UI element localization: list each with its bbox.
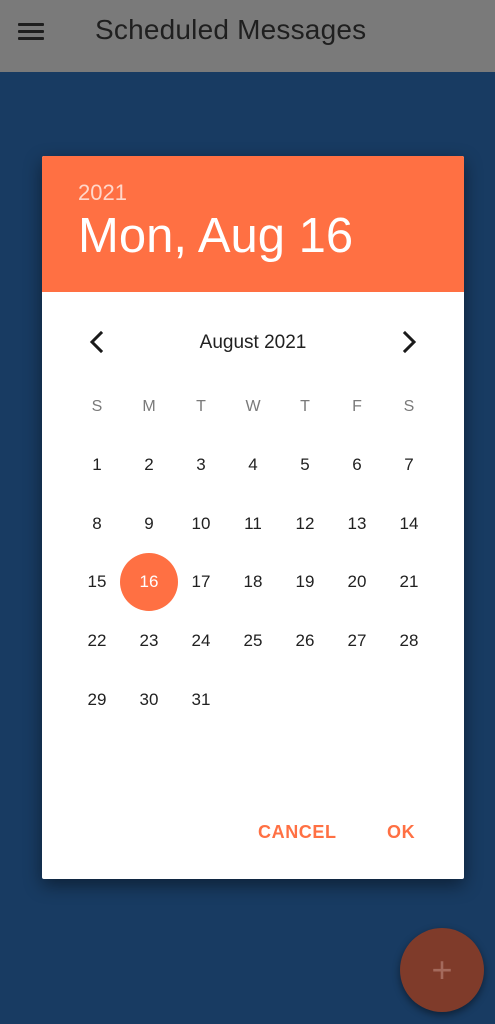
calendar-day-number: 7 — [404, 455, 414, 475]
calendar-day-number: 19 — [295, 572, 315, 592]
month-navigation: August 2021 — [42, 320, 464, 364]
date-picker-dialog: 2021 Mon, Aug 16 August 2021 SMTWTFS 123… — [42, 156, 464, 879]
calendar-day-number: 26 — [295, 631, 315, 651]
calendar-day-selected[interactable]: 16 — [120, 553, 178, 612]
calendar-day-number: 12 — [295, 513, 315, 533]
calendar-day[interactable]: 30 — [123, 670, 175, 729]
calendar-day-number: 20 — [347, 572, 367, 592]
weekday-header-row: SMTWTFS — [71, 398, 435, 416]
calendar-day-number: 17 — [191, 572, 211, 592]
calendar-day[interactable]: 19 — [279, 553, 331, 612]
calendar-day[interactable]: 3 — [175, 436, 227, 495]
calendar-day-number: 21 — [399, 572, 419, 592]
calendar-day-number: 27 — [347, 631, 367, 651]
calendar-day-number: 13 — [347, 513, 367, 533]
add-scheduled-message-button[interactable]: + — [400, 928, 484, 1012]
calendar-day[interactable]: 10 — [175, 495, 227, 554]
hamburger-menu-icon[interactable] — [16, 20, 46, 44]
next-month-button[interactable] — [389, 320, 429, 364]
calendar-day-number: 2 — [144, 455, 154, 475]
calendar-day-number: 10 — [191, 513, 211, 533]
cancel-button[interactable]: CANCEL — [258, 822, 337, 843]
calendar-day-number: 6 — [352, 455, 362, 475]
calendar-day[interactable]: 24 — [175, 612, 227, 671]
calendar-day[interactable]: 26 — [279, 612, 331, 671]
calendar-day-number: 3 — [196, 455, 206, 475]
calendar-day[interactable]: 22 — [71, 612, 123, 671]
calendar-day[interactable]: 6 — [331, 436, 383, 495]
calendar-day-number: 16 — [139, 572, 159, 592]
header-selected-date[interactable]: Mon, Aug 16 — [78, 208, 353, 264]
calendar-day[interactable]: 2 — [123, 436, 175, 495]
weekday-label: F — [352, 398, 362, 415]
calendar-day-number: 31 — [191, 689, 211, 709]
calendar-day-number: 14 — [399, 513, 419, 533]
chevron-right-icon — [402, 330, 417, 354]
calendar-day[interactable]: 21 — [383, 553, 435, 612]
calendar-day[interactable]: 7 — [383, 436, 435, 495]
calendar-day[interactable]: 13 — [331, 495, 383, 554]
calendar-day[interactable]: 4 — [227, 436, 279, 495]
calendar-day[interactable]: 31 — [175, 670, 227, 729]
header-year[interactable]: 2021 — [78, 180, 127, 206]
calendar-day[interactable]: 11 — [227, 495, 279, 554]
ok-button[interactable]: OK — [387, 822, 415, 843]
calendar-day-number: 1 — [92, 455, 102, 475]
calendar-day[interactable]: 12 — [279, 495, 331, 554]
calendar-day[interactable]: 8 — [71, 495, 123, 554]
calendar-day[interactable]: 28 — [383, 612, 435, 671]
calendar-day-number: 28 — [399, 631, 419, 651]
weekday-label: T — [300, 398, 310, 415]
page-title: Scheduled Messages — [95, 14, 367, 45]
calendar-day-number: 24 — [191, 631, 211, 651]
calendar-day[interactable]: 5 — [279, 436, 331, 495]
calendar-day-number: 18 — [243, 572, 263, 592]
calendar-day-number: 4 — [248, 455, 258, 475]
app-bar: Scheduled Messages — [0, 0, 495, 72]
calendar-day[interactable]: 9 — [123, 495, 175, 554]
calendar-day-number: 30 — [139, 689, 159, 709]
weekday-label: S — [91, 398, 103, 415]
calendar-day[interactable]: 17 — [175, 553, 227, 612]
calendar-day-number: 5 — [300, 455, 310, 475]
plus-icon: + — [431, 949, 453, 990]
weekday-label: M — [142, 398, 156, 415]
calendar-day[interactable]: 25 — [227, 612, 279, 671]
calendar-day-number: 9 — [144, 513, 154, 533]
weekday-label: T — [196, 398, 206, 415]
calendar-day-number: 25 — [243, 631, 263, 651]
calendar-day[interactable]: 1 — [71, 436, 123, 495]
calendar-day[interactable]: 29 — [71, 670, 123, 729]
weekday-label: S — [403, 398, 415, 415]
calendar-day[interactable]: 18 — [227, 553, 279, 612]
calendar-day-number: 15 — [87, 572, 107, 592]
calendar-day[interactable]: 14 — [383, 495, 435, 554]
weekday-label: W — [245, 398, 261, 415]
calendar-day-number: 22 — [87, 631, 107, 651]
calendar-day[interactable]: 15 — [71, 553, 123, 612]
calendar-day[interactable]: 27 — [331, 612, 383, 671]
calendar-day-number: 29 — [87, 689, 107, 709]
calendar-day[interactable]: 23 — [123, 612, 175, 671]
calendar-day-number: 11 — [244, 513, 262, 533]
dialog-actions: CANCEL OK — [42, 816, 464, 856]
calendar-day-number: 8 — [92, 513, 102, 533]
calendar-day-number: 23 — [139, 631, 159, 651]
date-picker-header: 2021 Mon, Aug 16 — [42, 156, 464, 292]
calendar-day[interactable]: 20 — [331, 553, 383, 612]
calendar-grid: 1 2 3 4 5 6 7 8 9 10 11 12 13 14 15 16 17 18 19 20 21 22 23 24 2… — [71, 436, 435, 729]
